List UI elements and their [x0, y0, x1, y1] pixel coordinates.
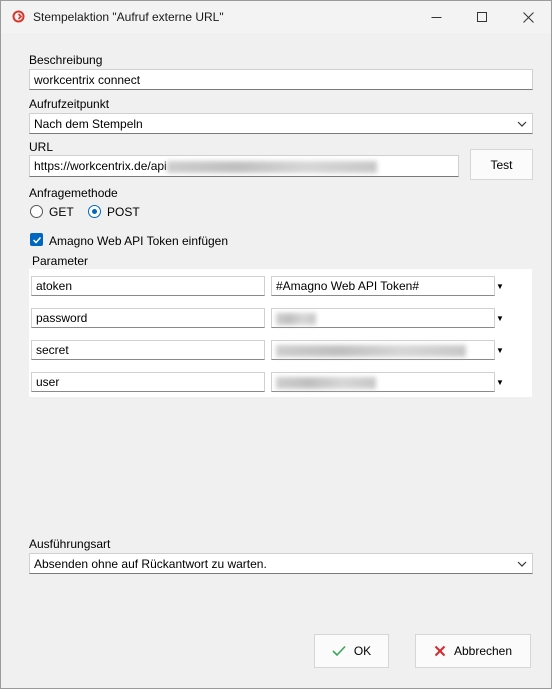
parameter-panel: atoken #Amagno Web API Token# ▼ password…: [29, 269, 532, 397]
param-dropdown-icon[interactable]: ▼: [495, 282, 505, 292]
chevron-down-icon: [517, 561, 527, 567]
url-value: https://workcentrix.de/api: [34, 159, 167, 173]
minimize-button[interactable]: [413, 1, 459, 33]
param-value-redacted: [276, 344, 466, 357]
chevron-down-icon: [517, 121, 527, 127]
aufrufzeitpunkt-select[interactable]: Nach dem Stempeln: [29, 113, 533, 134]
param-name-value: user: [36, 375, 60, 389]
param-name-input[interactable]: secret: [31, 340, 265, 360]
param-dropdown-icon[interactable]: ▼: [495, 314, 505, 324]
url-input[interactable]: https://workcentrix.de/api: [29, 155, 459, 177]
test-button[interactable]: Test: [470, 149, 533, 180]
beschreibung-value: workcentrix connect: [34, 73, 141, 87]
token-checkbox-label[interactable]: Amagno Web API Token einfügen: [49, 234, 228, 248]
param-value-redacted: [276, 312, 316, 325]
window-title: Stempelaktion "Aufruf externe URL": [33, 10, 224, 24]
param-name-input[interactable]: password: [31, 308, 265, 328]
maximize-button[interactable]: [459, 1, 505, 33]
close-button[interactable]: [505, 1, 551, 33]
close-icon: [522, 11, 534, 23]
ok-button-label: OK: [353, 644, 372, 658]
parameter-label: Parameter: [32, 254, 89, 268]
checkmark-icon: [332, 645, 346, 657]
ausfuehrungsart-label: Ausführungsart: [29, 537, 111, 551]
aufrufzeitpunkt-value: Nach dem Stempeln: [34, 117, 143, 131]
minimize-icon: [431, 16, 441, 18]
radio-post-label[interactable]: POST: [107, 205, 140, 219]
beschreibung-input[interactable]: workcentrix connect: [29, 69, 533, 90]
title-bar[interactable]: Stempelaktion "Aufruf externe URL": [1, 1, 551, 33]
param-value-select[interactable]: [271, 308, 495, 328]
param-name-value: secret: [36, 343, 69, 357]
param-value-text: #Amagno Web API Token#: [276, 279, 419, 293]
radio-get[interactable]: [30, 205, 43, 218]
param-value-select[interactable]: [271, 372, 495, 392]
param-dropdown-icon[interactable]: ▼: [495, 378, 505, 388]
radio-post[interactable]: [88, 205, 101, 218]
param-name-value: atoken: [36, 279, 73, 293]
param-value-select[interactable]: [271, 340, 495, 360]
param-value-select[interactable]: #Amagno Web API Token#: [271, 276, 495, 296]
ausfuehrungsart-value: Absenden ohne auf Rückantwort zu warten.: [34, 557, 267, 571]
cancel-button[interactable]: Abbrechen: [415, 634, 531, 668]
url-label: URL: [29, 140, 54, 154]
maximize-icon: [476, 11, 487, 22]
dialog-window: Stempelaktion "Aufruf externe URL" Besch…: [0, 0, 552, 689]
checkmark-icon: [32, 236, 41, 244]
param-name-value: password: [36, 311, 88, 325]
beschreibung-label: Beschreibung: [29, 53, 103, 67]
token-checkbox[interactable]: [30, 233, 43, 246]
close-icon: [434, 645, 446, 657]
param-name-input[interactable]: atoken: [31, 276, 265, 296]
cancel-button-label: Abbrechen: [453, 644, 513, 658]
aufrufzeitpunkt-label: Aufrufzeitpunkt: [29, 97, 110, 111]
param-dropdown-icon[interactable]: ▼: [495, 346, 505, 356]
test-button-label: Test: [490, 157, 513, 172]
param-value-redacted: [276, 376, 376, 389]
url-redacted: [166, 160, 377, 173]
ok-button[interactable]: OK: [314, 634, 389, 668]
param-name-input[interactable]: user: [31, 372, 265, 392]
radio-get-label[interactable]: GET: [49, 205, 74, 219]
anfragemethode-label: Anfragemethode: [29, 186, 118, 200]
amagno-logo-icon: [12, 10, 25, 23]
ausfuehrungsart-select[interactable]: Absenden ohne auf Rückantwort zu warten.: [29, 553, 533, 574]
